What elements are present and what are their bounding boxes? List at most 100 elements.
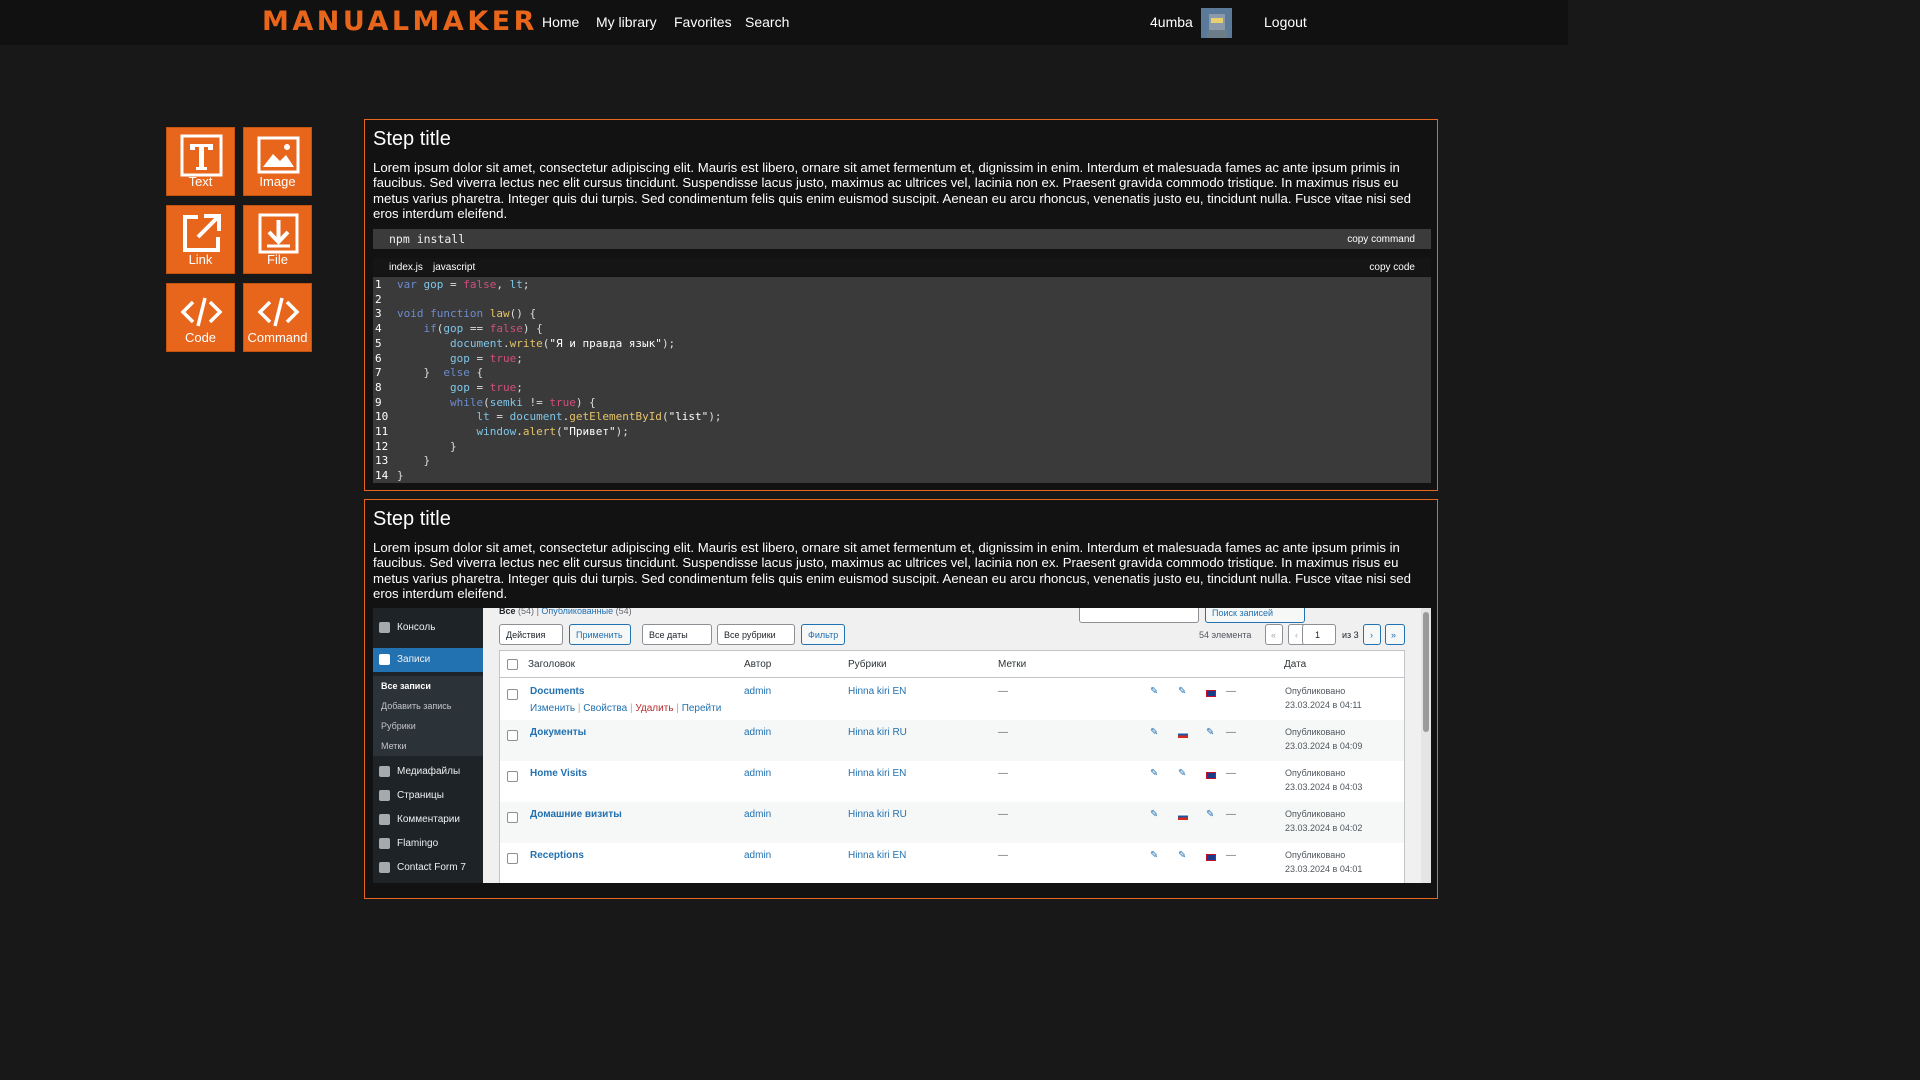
line-number: 14 bbox=[375, 469, 389, 483]
step-card-2: Step title Lorem ipsum dolor sit amet, c… bbox=[364, 499, 1438, 899]
wp-search-label: Поиск записей bbox=[1212, 608, 1274, 618]
post-author: admin bbox=[744, 809, 772, 820]
add-file-button[interactable]: File bbox=[243, 205, 312, 274]
site-logo[interactable]: MANUALMAKER bbox=[262, 6, 538, 37]
add-text-button[interactable]: Text bbox=[166, 127, 235, 196]
code-text: var gop = false, lt; bbox=[397, 278, 530, 291]
post-status: Опубликовано bbox=[1285, 809, 1346, 819]
code-text: } else { bbox=[397, 366, 484, 380]
avatar[interactable] bbox=[1201, 8, 1232, 38]
code-text: } bbox=[397, 454, 431, 468]
code-text: while(semki != true) { bbox=[449, 395, 596, 409]
add-link-button[interactable]: Link bbox=[166, 205, 235, 274]
wp-search-button: Поиск записей bbox=[1205, 608, 1305, 623]
line-number: 10 bbox=[375, 410, 389, 424]
table-row: Документы admin Hinna kiri RU — ✎ ✎ — Опубликов… bbox=[500, 720, 1404, 761]
wp-filter-all: Все bbox=[499, 608, 516, 616]
wp-button-label: Фильтр bbox=[808, 630, 839, 640]
row-checkbox bbox=[507, 689, 518, 700]
wp-menu-posts: Записи bbox=[373, 648, 483, 672]
wp-table-header: Заголовок Автор Рубрики Метки Дата bbox=[500, 651, 1404, 678]
post-category: Hinna kiri RU bbox=[848, 809, 907, 820]
line-number: 1 bbox=[375, 278, 382, 291]
add-code-button[interactable]: Code bbox=[166, 283, 235, 352]
step-text[interactable]: Lorem ipsum dolor sit amet, consectetur … bbox=[373, 540, 1431, 601]
wp-th-author: Автор bbox=[744, 659, 772, 670]
post-title: Receptions bbox=[530, 850, 584, 861]
post-date: 23.03.2024 в 04:09 bbox=[1285, 741, 1363, 751]
wp-submenu-label: Метки bbox=[381, 741, 407, 751]
pin-icon bbox=[379, 654, 390, 665]
edit-icon: ✎ bbox=[1150, 686, 1159, 697]
post-tags: — bbox=[998, 809, 1008, 820]
wp-apply-button: Применить bbox=[569, 624, 631, 645]
step-card-1: Step title Lorem ipsum dolor sit amet, c… bbox=[364, 119, 1438, 491]
copy-command-button[interactable]: copy command bbox=[1347, 234, 1415, 245]
code-text: document.write("Я и правда язык"); bbox=[449, 336, 676, 350]
row-action: Изменить bbox=[530, 703, 576, 714]
post-tags: — bbox=[998, 850, 1008, 861]
step-title[interactable]: Step title bbox=[373, 508, 451, 531]
post-tags: — bbox=[998, 727, 1008, 738]
nav-home-link[interactable]: Home bbox=[542, 14, 579, 30]
edit-icon: ✎ bbox=[1178, 768, 1187, 779]
wp-select-label: Все рубрики bbox=[724, 630, 776, 640]
scrollbar-thumb bbox=[1423, 612, 1429, 732]
scrollbar bbox=[1421, 608, 1431, 883]
command-icon bbox=[257, 297, 300, 327]
nav-search-link[interactable]: Search bbox=[745, 14, 789, 30]
post-author: admin bbox=[744, 768, 772, 779]
post-comments: — bbox=[1226, 850, 1236, 861]
post-category: Hinna kiri EN bbox=[848, 686, 907, 697]
line-number: 4 bbox=[375, 322, 382, 336]
code-text: gop = true; bbox=[449, 380, 523, 394]
code-header: index.js javascript copy code bbox=[373, 258, 1431, 276]
wp-next-page-button: › bbox=[1363, 624, 1381, 645]
nav-favorites-link[interactable]: Favorites bbox=[674, 14, 732, 30]
step-text[interactable]: Lorem ipsum dolor sit amet, consectetur … bbox=[373, 160, 1431, 221]
wp-submenu-label: Рубрики bbox=[381, 721, 416, 731]
add-command-button[interactable]: Command bbox=[243, 283, 312, 352]
logout-link[interactable]: Logout bbox=[1264, 14, 1307, 30]
line-number: 9 bbox=[375, 395, 382, 409]
wp-posts-table: Заголовок Автор Рубрики Метки Дата Docum… bbox=[499, 650, 1405, 883]
code-text: gop = true; bbox=[449, 351, 523, 365]
code-text: } bbox=[397, 469, 404, 483]
wp-status-filters: Все (54) | Опубликованные (54) bbox=[499, 608, 632, 616]
table-row: Documents admin Hinna kiri EN — ✎ ✎ — Опубликов… bbox=[500, 679, 1404, 720]
nav-my-library-link[interactable]: My library bbox=[596, 14, 657, 30]
text-icon bbox=[180, 134, 223, 177]
file-tool-label: File bbox=[267, 252, 288, 267]
code-icon bbox=[180, 297, 223, 327]
row-checkbox bbox=[507, 771, 518, 782]
code-text: window.alert("Привет"); bbox=[476, 425, 629, 438]
wp-menu-label: Записи bbox=[397, 654, 431, 665]
username[interactable]: 4umba bbox=[1150, 14, 1193, 30]
wp-admin-sidebar: Консоль Записи Все записи Добавить запис… bbox=[373, 608, 483, 883]
flag-ru-icon bbox=[1178, 731, 1188, 738]
wp-submenu-all-posts: Все записи bbox=[373, 676, 483, 696]
text-tool-label: Text bbox=[188, 174, 213, 189]
wp-bulk-actions-select: Действия bbox=[499, 624, 563, 645]
edit-icon: ✎ bbox=[1150, 809, 1159, 820]
post-author: admin bbox=[744, 686, 772, 697]
post-comments: — bbox=[1226, 809, 1236, 820]
wp-th-title: Заголовок bbox=[528, 659, 576, 670]
wp-menu-label: Комментарии bbox=[397, 814, 460, 825]
flag-en-icon bbox=[1206, 690, 1216, 697]
code-text: void function law() { bbox=[397, 307, 537, 321]
line-number: 3 bbox=[375, 307, 382, 321]
step-screenshot: Консоль Записи Все записи Добавить запис… bbox=[373, 608, 1431, 883]
wp-filter-button: Фильтр bbox=[801, 624, 845, 645]
wp-page-number: 1 bbox=[1315, 630, 1321, 640]
wp-submenu-label: Добавить запись bbox=[381, 701, 452, 711]
line-number: 7 bbox=[375, 366, 382, 380]
code-filename: index.js bbox=[389, 262, 423, 273]
wp-menu-label: Contact Form 7 bbox=[397, 862, 466, 873]
flag-en-icon bbox=[1206, 854, 1216, 861]
step-title[interactable]: Step title bbox=[373, 128, 451, 151]
add-image-button[interactable]: Image bbox=[243, 127, 312, 196]
link-tool-label: Link bbox=[188, 252, 213, 267]
wp-first-page-button: « bbox=[1265, 624, 1283, 645]
copy-code-button[interactable]: copy code bbox=[1369, 262, 1415, 273]
